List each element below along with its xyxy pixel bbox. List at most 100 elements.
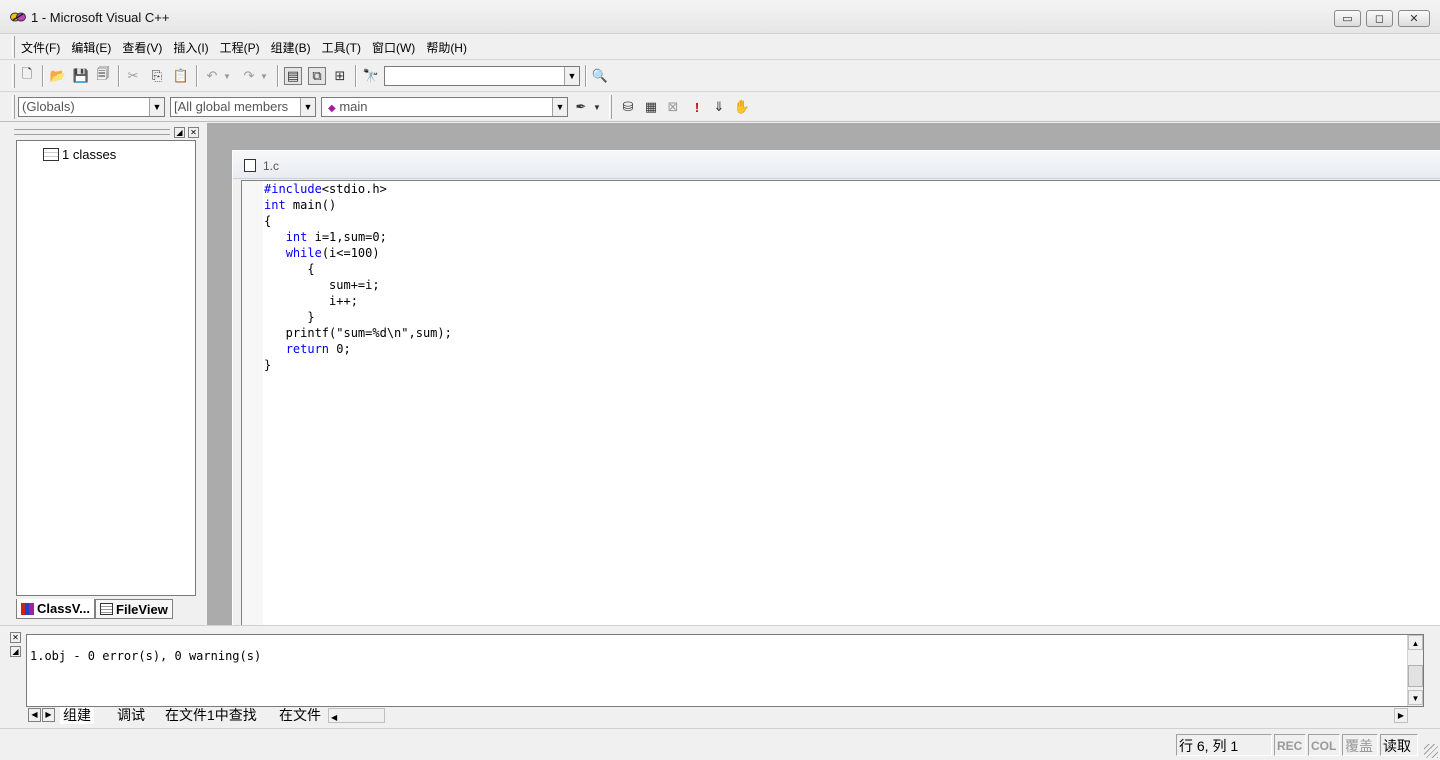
scroll-thumb[interactable]	[1408, 665, 1423, 687]
redo-dropdown[interactable]: ▼	[259, 67, 269, 85]
menu-project[interactable]: 工程(P)	[220, 39, 260, 56]
undo-button[interactable]: ↶	[203, 67, 221, 85]
tab-find-in-files-1[interactable]: 在文件1中查找	[162, 707, 260, 724]
tab-find-in-files-2[interactable]: 在文件	[276, 707, 324, 724]
copy-button[interactable]: ⎘	[148, 67, 166, 85]
code-editor[interactable]: #include<stdio.h> int main() { int i=1,s…	[241, 180, 1440, 626]
wizard-action-button[interactable]: ✒	[572, 98, 590, 116]
output-vertical-scrollbar[interactable]: ▲ ▼	[1407, 635, 1423, 706]
chevron-down-icon[interactable]: ▼	[149, 98, 164, 116]
workspace-grip[interactable]	[14, 129, 170, 135]
code-line: }	[264, 310, 315, 324]
chevron-down-icon[interactable]: ▼	[564, 67, 579, 85]
go-icon: ⇓	[713, 99, 725, 114]
close-button[interactable]: ✕	[1398, 10, 1430, 27]
paste-button[interactable]: 📋	[172, 67, 190, 85]
arrow-left-icon: ◀	[31, 710, 38, 719]
tab-classview[interactable]: ClassV...	[16, 599, 96, 619]
output-window[interactable]: 1.obj - 0 error(s), 0 warning(s) ▲ ▼	[26, 634, 1424, 707]
undo-dropdown[interactable]: ▼	[222, 67, 232, 85]
close-icon: ✕	[12, 633, 19, 642]
class-combo[interactable]: (Globals) ▼	[18, 97, 165, 117]
tab-build[interactable]: 组建	[60, 707, 94, 724]
class-view-icon	[21, 602, 34, 615]
workspace-restore-button[interactable]: ◢	[174, 127, 185, 138]
method-icon: ◆	[328, 103, 336, 114]
find-in-files-button[interactable]: 🔭	[362, 67, 380, 85]
maximize-button[interactable]: ◻	[1366, 10, 1393, 27]
magic-wand-icon: ✒	[575, 99, 587, 114]
member-combo[interactable]: ◆ main ▼	[321, 97, 568, 117]
save-all-icon: 🗐	[96, 66, 110, 81]
editor-gutter[interactable]	[242, 181, 263, 626]
open-button[interactable]: 📂	[49, 67, 67, 85]
class-view-tree[interactable]: 1 classes	[16, 140, 196, 596]
cursor-position: 行 6, 列 1	[1176, 734, 1272, 756]
menu-grip[interactable]	[12, 36, 15, 58]
find-button[interactable]: 🔍	[591, 67, 609, 85]
window-list-button[interactable]: ⊞	[331, 67, 349, 85]
code-line: }	[264, 358, 272, 372]
new-file-icon: 🗋	[21, 66, 33, 81]
tree-item-classes[interactable]: 1 classes	[43, 147, 116, 162]
tab-debug[interactable]: 调试	[114, 707, 148, 724]
chevron-down-icon[interactable]: ▼	[300, 98, 315, 116]
wizard-action-dropdown[interactable]: ▼	[592, 98, 602, 116]
menu-insert[interactable]: 插入(I)	[173, 39, 208, 56]
toolbar-separator	[118, 65, 120, 87]
scroll-right-button[interactable]: ▶	[1394, 708, 1408, 723]
window-title: 1 - Microsoft Visual C++	[31, 10, 170, 25]
go-button[interactable]: ⇓	[710, 98, 728, 116]
filter-combo[interactable]: [All global members ▼	[170, 97, 316, 117]
code-line: #include<stdio.h>	[264, 182, 387, 196]
workspace-icon: ▤	[286, 68, 300, 83]
breakpoint-button[interactable]: ✋	[733, 98, 751, 116]
toolbar-grip[interactable]	[12, 95, 15, 119]
menu-build[interactable]: 组建(B)	[271, 39, 311, 56]
execute-button[interactable]: !	[688, 98, 706, 116]
workspace-close-button[interactable]: ✕	[188, 127, 199, 138]
window-list-icon: ⊞	[334, 68, 346, 83]
menu-view[interactable]: 查看(V)	[122, 39, 162, 56]
source-code[interactable]: #include<stdio.h> int main() { int i=1,s…	[264, 181, 452, 373]
file-view-icon	[100, 603, 114, 615]
tab-scroll-left-button[interactable]: ◀	[28, 708, 41, 722]
chevron-down-icon: ▼	[593, 102, 601, 112]
stop-build-button[interactable]: ⊠	[664, 98, 682, 116]
save-all-button[interactable]: 🗐	[94, 66, 112, 85]
tab-label: 调试	[117, 707, 145, 723]
code-line: {	[264, 262, 315, 276]
redo-button[interactable]: ↷	[240, 67, 258, 85]
build-button[interactable]: ▦	[642, 98, 660, 116]
col-indicator: COL	[1308, 734, 1340, 756]
tab-fileview[interactable]: FileView	[95, 599, 173, 619]
output-horizontal-scrollbar[interactable]: ◀	[328, 708, 385, 723]
output-close-button[interactable]: ✕	[10, 632, 21, 643]
menu-help[interactable]: 帮助(H)	[426, 39, 467, 56]
compile-button[interactable]: ⛁	[619, 98, 637, 116]
scroll-up-button[interactable]: ▲	[1408, 635, 1423, 650]
mdi-client-area: 1.c #include<stdio.h> int main() { int i…	[207, 123, 1440, 626]
menu-tools[interactable]: 工具(T)	[322, 39, 361, 56]
menu-edit[interactable]: 编辑(E)	[71, 39, 111, 56]
minimize-icon: ▭	[1342, 13, 1353, 25]
scroll-down-button[interactable]: ▼	[1408, 690, 1423, 705]
cut-button[interactable]: ✂	[124, 67, 142, 85]
toolbar-grip[interactable]	[12, 64, 15, 88]
menu-file[interactable]: 文件(F)	[21, 39, 60, 56]
minimize-button[interactable]: ▭	[1334, 10, 1361, 27]
chevron-down-icon[interactable]: ▼	[552, 98, 567, 116]
workspace-toggle-button[interactable]: ▤	[284, 67, 302, 85]
document-title-bar[interactable]: 1.c	[233, 151, 1440, 179]
find-combo[interactable]: ▼	[384, 66, 580, 86]
output-restore-button[interactable]: ◢	[10, 646, 21, 657]
new-file-button[interactable]: 🗋	[18, 66, 36, 85]
save-button[interactable]: 💾	[72, 67, 90, 85]
toolbar-grip[interactable]	[609, 95, 612, 119]
output-toggle-button[interactable]: ⧉	[308, 67, 326, 85]
resize-grip[interactable]	[1424, 744, 1438, 758]
menu-window[interactable]: 窗口(W)	[372, 39, 415, 56]
restore-icon: ◢	[176, 128, 183, 137]
arrow-left-icon: ◀	[331, 713, 338, 722]
tab-scroll-right-button[interactable]: ▶	[42, 708, 55, 722]
